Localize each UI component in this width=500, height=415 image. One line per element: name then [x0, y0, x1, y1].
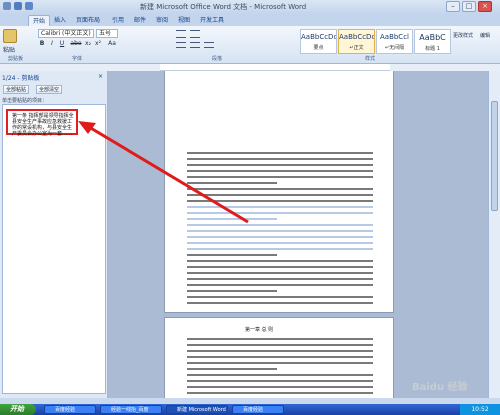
taskbar-app[interactable]: 百度经验 [44, 405, 96, 414]
red-arrow-annotation [78, 121, 249, 224]
taskbar: 开始 百度经验 经验一线抬_百度 新建 Microsoft Word 百度经验 … [0, 404, 500, 415]
taskbar-app[interactable]: 百度经验 [232, 405, 284, 414]
start-button[interactable]: 开始 [0, 404, 36, 415]
taskbar-app[interactable]: 新建 Microsoft Word [166, 405, 228, 414]
watermark: Baidu 经验 [412, 382, 468, 393]
clock: 10:52 [460, 404, 500, 415]
word-window: 新建 Microsoft Office Word 文档 - Microsoft … [0, 0, 500, 415]
taskbar-app[interactable]: 经验一线抬_百度 [100, 405, 162, 414]
